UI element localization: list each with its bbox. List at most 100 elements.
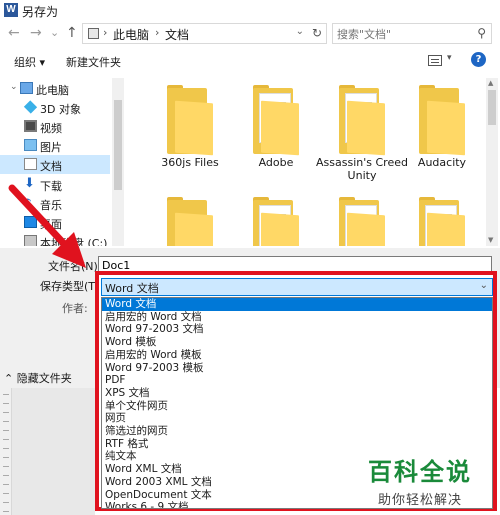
recent-chevron-icon[interactable]: ⌄ [50, 24, 59, 42]
sidebar-item-3d-objects[interactable]: 3D 对象 [0, 98, 110, 117]
ruler-tick [3, 421, 9, 422]
ruler-tick [3, 394, 9, 395]
folder-item[interactable] [314, 190, 404, 246]
sidebar-item-label: 此电脑 [36, 84, 69, 97]
sidebar-item-videos[interactable]: 视频 [0, 117, 110, 136]
folder-item[interactable]: Assassin's Creed Unity [314, 78, 408, 188]
search-input[interactable] [337, 25, 467, 43]
pictures-icon [24, 139, 37, 151]
view-dropdown-chevron-icon[interactable]: ▾ [447, 53, 452, 63]
sidebar-item-desktop[interactable]: 桌面 [0, 213, 110, 232]
pc-icon [20, 82, 33, 94]
filename-label: 文件名(N): [48, 260, 102, 273]
word-app-icon: W [4, 3, 18, 17]
folder-icon [339, 197, 385, 246]
sidebar-item-label: 3D 对象 [40, 103, 81, 116]
up-arrow-icon[interactable]: ↑ [66, 24, 78, 42]
content-scrollbar[interactable]: ▲ ▼ [486, 78, 498, 246]
savetype-option[interactable]: RTF 格式 [102, 438, 492, 451]
refresh-icon[interactable]: ↻ [312, 26, 322, 40]
folder-icon [419, 85, 465, 156]
ruler-tick [3, 493, 9, 494]
savetype-select[interactable]: Word 文档 ⌄ [101, 278, 493, 296]
address-bar[interactable]: › 此电脑 › 文档 ⌄ ↻ [82, 23, 327, 44]
watermark-logo: 百科全说 助你轻松解决 [368, 452, 493, 510]
savetype-option[interactable]: 启用宏的 Word 文档 [102, 311, 492, 324]
title-bar: W 另存为 [0, 0, 500, 20]
ruler-tick [3, 484, 9, 485]
ruler-tick [3, 412, 9, 413]
navigation-scrollbar[interactable] [112, 78, 124, 246]
navigation-pane: ⌄ 此电脑 3D 对象 视频 图片 文档 ⬇ 下载 ♪ 音乐 桌面 本地磁盘 (… [0, 78, 112, 246]
folder-name: Adobe [258, 156, 294, 169]
scroll-down-icon[interactable]: ▼ [488, 236, 493, 244]
savetype-option[interactable]: 启用宏的 Word 模板 [102, 349, 492, 362]
folder-icon [253, 197, 299, 246]
3d-objects-icon [23, 100, 38, 114]
command-bar: 组织 ▾ 新建文件夹 ▾ ? [0, 48, 500, 74]
folder-name: 360js Files [161, 156, 219, 169]
breadcrumb-this-pc[interactable]: 此电脑 [113, 26, 149, 43]
sidebar-item-local-disk-c[interactable]: 本地磁盘 (C:) [0, 232, 110, 246]
scroll-up-icon[interactable]: ▲ [488, 79, 493, 87]
savetype-option[interactable]: PDF [102, 374, 492, 387]
music-icon: ♪ [24, 196, 32, 210]
sidebar-item-downloads[interactable]: ⬇ 下载 [0, 175, 110, 194]
folder-icon [167, 197, 213, 246]
savetype-option[interactable]: Word 文档 [102, 298, 492, 311]
back-arrow-icon[interactable]: ← [8, 24, 20, 42]
new-folder-button[interactable]: 新建文件夹 [66, 54, 121, 70]
savetype-option[interactable]: 筛选过的网页 [102, 425, 492, 438]
savetype-selected-value: Word 文档 [105, 282, 159, 295]
sidebar-item-this-pc[interactable]: ⌄ 此电脑 [0, 79, 110, 98]
folder-item[interactable]: Adobe [228, 78, 318, 188]
sidebar-item-documents[interactable]: 文档 [0, 155, 110, 174]
sidebar-item-label: 下载 [40, 180, 62, 193]
disk-icon [24, 235, 37, 246]
downloads-icon: ⬇ [24, 176, 35, 191]
folder-item[interactable]: 360js Files [142, 78, 232, 188]
search-icon[interactable]: ⚲ [477, 26, 486, 40]
savetype-option[interactable]: 网页 [102, 412, 492, 425]
sidebar-item-label: 桌面 [40, 218, 62, 231]
view-options-icon[interactable] [428, 55, 442, 66]
folder-icon [419, 197, 465, 246]
pc-icon [88, 28, 99, 39]
address-row: ← → ⌄ ↑ › 此电脑 › 文档 ⌄ ↻ ⚲ [0, 20, 500, 46]
hide-folders-button[interactable]: ⌃ 隐藏文件夹 [4, 370, 72, 386]
folder-item[interactable] [142, 190, 232, 246]
author-label: 作者: [62, 302, 88, 315]
ruler-tick [3, 448, 9, 449]
folder-item[interactable] [394, 190, 484, 246]
organize-button[interactable]: 组织 ▾ [14, 54, 45, 70]
ruler-tick [3, 466, 9, 467]
search-box[interactable]: ⚲ [332, 23, 492, 44]
chevron-down-icon[interactable]: ⌄ [480, 280, 488, 291]
sidebar-item-label: 音乐 [40, 199, 62, 212]
address-dropdown-chevron-icon[interactable]: ⌄ [296, 26, 304, 37]
expand-chevron-icon[interactable]: ⌄ [10, 82, 18, 92]
scrollbar-thumb[interactable] [488, 90, 496, 125]
forward-arrow-icon[interactable]: → [30, 24, 42, 42]
help-icon[interactable]: ? [471, 52, 486, 67]
desktop-icon [24, 216, 37, 228]
window-title: 另存为 [22, 5, 59, 19]
savetype-option[interactable]: Word 模板 [102, 336, 492, 349]
sidebar-item-music[interactable]: ♪ 音乐 [0, 194, 110, 213]
watermark-title: 百科全说 [368, 458, 472, 486]
folder-item[interactable]: Audacity [394, 78, 484, 188]
savetype-option[interactable]: Word 97-2003 文档 [102, 323, 492, 336]
sidebar-item-pictures[interactable]: 图片 [0, 136, 110, 155]
savetype-option[interactable]: Word 97-2003 模板 [102, 362, 492, 375]
savetype-option[interactable]: XPS 文档 [102, 387, 492, 400]
scrollbar-thumb[interactable] [114, 100, 122, 190]
sidebar-item-label: 文档 [40, 160, 62, 173]
breadcrumb-documents[interactable]: 文档 [165, 26, 189, 43]
ruler-tick [3, 502, 9, 503]
folder-item[interactable] [228, 190, 318, 246]
ruler-tick [3, 430, 9, 431]
ruler-tick [3, 457, 9, 458]
savetype-option[interactable]: 单个文件网页 [102, 400, 492, 413]
savetype-label: 保存类型(T): [40, 280, 104, 293]
file-list: 360js Files Adobe Assassin's Creed Unity… [128, 78, 486, 246]
